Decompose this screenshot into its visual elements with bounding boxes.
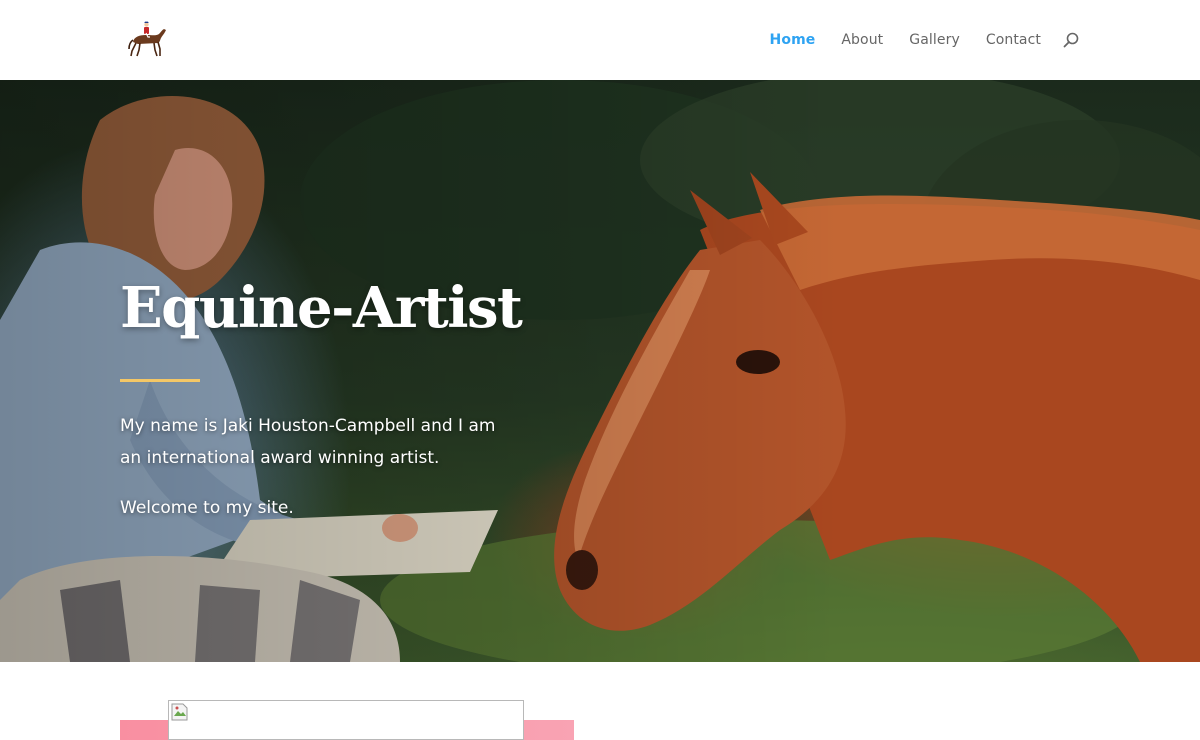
nav-link-home[interactable]: Home	[770, 32, 816, 48]
horse-and-jockey-logo-icon[interactable]	[124, 18, 170, 62]
hero-welcome-text: Welcome to my site.	[120, 498, 294, 518]
search-icon[interactable]	[1062, 31, 1080, 49]
broken-image-icon	[171, 703, 189, 726]
hero-overlay	[0, 80, 1200, 662]
nav-link-about[interactable]: About	[841, 32, 883, 48]
nav-link-contact[interactable]: Contact	[986, 32, 1041, 48]
hero-divider	[120, 379, 200, 382]
broken-image	[168, 700, 524, 740]
hero-title: Equine-Artist	[120, 275, 523, 341]
hero-intro-text: My name is Jaki Houston-Campbell and I a…	[120, 416, 496, 468]
site-header: Home About Gallery Contact	[0, 0, 1200, 80]
nav-link-gallery[interactable]: Gallery	[909, 32, 960, 48]
hero-section: Equine-Artist My name is Jaki Houston-Ca…	[0, 80, 1200, 662]
main-navigation: Home About Gallery Contact	[770, 0, 1080, 80]
